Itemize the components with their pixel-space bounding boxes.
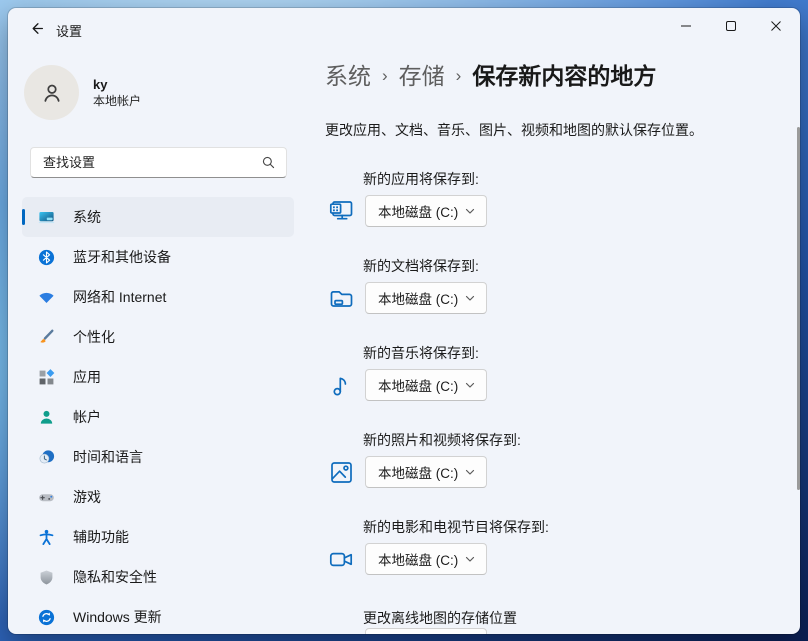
sidebar-item-accounts[interactable]: 帐户	[22, 397, 294, 437]
user-profile: ky 本地帐户	[24, 65, 141, 120]
chevron-down-icon	[464, 553, 476, 565]
sidebar-item-apps[interactable]: 应用	[22, 357, 294, 397]
dropdown-value: 本地磁盘 (C:)	[378, 549, 458, 569]
system-icon	[38, 209, 55, 226]
sidebar-item-label: 网络和 Internet	[73, 287, 166, 307]
sidebar-item-personalization[interactable]: 个性化	[22, 317, 294, 357]
chevron-down-icon	[464, 292, 476, 304]
sidebar-item-time-language[interactable]: 时间和语言	[22, 437, 294, 477]
movies-save-location-dropdown[interactable]: 本地磁盘 (C:)	[365, 543, 487, 575]
profile-account-type: 本地帐户	[93, 93, 141, 109]
sidebar-item-label: 辅助功能	[73, 527, 129, 547]
apps-save-location-dropdown[interactable]: 本地磁盘 (C:)	[365, 195, 487, 227]
save-location-section-music: 新的音乐将保存到: 本地磁盘 (C:)	[325, 343, 725, 401]
offline-maps-dropdown-partial[interactable]	[365, 628, 487, 634]
chevron-down-icon	[464, 205, 476, 217]
apps-on-monitor-icon	[328, 198, 355, 225]
breadcrumb-storage[interactable]: 存储	[399, 60, 445, 92]
chevron-down-icon	[464, 466, 476, 478]
sidebar-item-accessibility[interactable]: 辅助功能	[22, 517, 294, 557]
minimize-icon	[680, 20, 692, 32]
maximize-button[interactable]	[708, 8, 753, 44]
section-label: 新的音乐将保存到:	[325, 343, 725, 363]
save-location-section-apps: 新的应用将保存到: 本地磁盘 (C:)	[325, 169, 725, 227]
section-label: 新的电影和电视节目将保存到:	[325, 517, 725, 537]
sidebar-item-label: Windows 更新	[73, 607, 162, 627]
window-controls	[663, 8, 798, 44]
sidebar-item-label: 时间和语言	[73, 447, 143, 467]
offline-maps-heading: 更改离线地图的存储位置	[363, 608, 517, 628]
sync-arrows-icon	[38, 609, 55, 626]
window-title: 设置	[56, 21, 82, 40]
game-controller-icon	[38, 489, 55, 506]
shield-icon	[38, 569, 55, 586]
search-input[interactable]	[43, 155, 261, 170]
breadcrumb-separator: ›	[382, 60, 388, 92]
save-location-section-photos: 新的照片和视频将保存到: 本地磁盘 (C:)	[325, 430, 725, 488]
page-title: 保存新内容的地方	[472, 60, 656, 92]
close-button[interactable]	[753, 8, 798, 44]
settings-window: 设置 ky 本地帐户	[8, 8, 800, 634]
sidebar-item-windows-update[interactable]: Windows 更新	[22, 597, 294, 634]
sidebar-item-label: 系统	[73, 207, 101, 227]
section-label: 新的照片和视频将保存到:	[325, 430, 725, 450]
sidebar-item-privacy-security[interactable]: 隐私和安全性	[22, 557, 294, 597]
breadcrumb-separator: ›	[456, 60, 462, 92]
section-label: 新的应用将保存到:	[325, 169, 725, 189]
apps-icon	[38, 369, 55, 386]
music-note-icon	[328, 372, 355, 399]
person-icon	[38, 79, 66, 107]
sidebar-item-label: 应用	[73, 367, 101, 387]
save-location-section-documents: 新的文档将保存到: 本地磁盘 (C:)	[325, 256, 725, 314]
clock-globe-icon	[38, 449, 55, 466]
sidebar-item-label: 蓝牙和其他设备	[73, 247, 171, 267]
minimize-button[interactable]	[663, 8, 708, 44]
search-box[interactable]	[30, 147, 287, 178]
dropdown-value: 本地磁盘 (C:)	[378, 462, 458, 482]
folder-icon	[328, 285, 355, 312]
documents-save-location-dropdown[interactable]: 本地磁盘 (C:)	[365, 282, 487, 314]
music-save-location-dropdown[interactable]: 本地磁盘 (C:)	[365, 369, 487, 401]
dropdown-value: 本地磁盘 (C:)	[378, 375, 458, 395]
sidebar-nav: 系统 蓝牙和其他设备 网络和 Internet 个性化 应用	[22, 197, 294, 634]
back-button[interactable]	[20, 13, 52, 43]
breadcrumb: 系统 › 存储 › 保存新内容的地方	[325, 60, 656, 92]
dropdown-value: 本地磁盘 (C:)	[378, 201, 458, 221]
photo-icon	[328, 459, 355, 486]
section-label: 新的文档将保存到:	[325, 256, 725, 276]
dropdown-value: 本地磁盘 (C:)	[378, 288, 458, 308]
sidebar-item-gaming[interactable]: 游戏	[22, 477, 294, 517]
bluetooth-icon	[38, 249, 55, 266]
breadcrumb-system[interactable]: 系统	[325, 60, 371, 92]
sidebar-item-label: 个性化	[73, 327, 115, 347]
brush-icon	[38, 329, 55, 346]
chevron-down-icon	[464, 379, 476, 391]
sidebar-item-network-internet[interactable]: 网络和 Internet	[22, 277, 294, 317]
sidebar-item-label: 游戏	[73, 487, 101, 507]
scrollbar-thumb[interactable]	[797, 127, 800, 490]
profile-name: ky	[93, 76, 141, 93]
sidebar-item-label: 帐户	[73, 407, 101, 427]
maximize-icon	[725, 20, 737, 32]
save-location-section-movies: 新的电影和电视节目将保存到: 本地磁盘 (C:)	[325, 517, 725, 575]
page-description: 更改应用、文档、音乐、图片、视频和地图的默认保存位置。	[325, 120, 703, 140]
sidebar-item-bluetooth-devices[interactable]: 蓝牙和其他设备	[22, 237, 294, 277]
avatar	[24, 65, 79, 120]
sidebar-item-label: 隐私和安全性	[73, 567, 157, 587]
close-icon	[770, 20, 782, 32]
accessibility-person-icon	[38, 529, 55, 546]
back-arrow-icon	[28, 20, 45, 37]
search-icon	[261, 155, 276, 170]
video-camera-icon	[328, 546, 355, 573]
account-person-icon	[38, 409, 55, 426]
sidebar-item-system[interactable]: 系统	[22, 197, 294, 237]
title-bar: 设置	[8, 8, 800, 48]
wifi-icon	[38, 289, 55, 306]
photos-save-location-dropdown[interactable]: 本地磁盘 (C:)	[365, 456, 487, 488]
selected-indicator	[22, 209, 25, 225]
